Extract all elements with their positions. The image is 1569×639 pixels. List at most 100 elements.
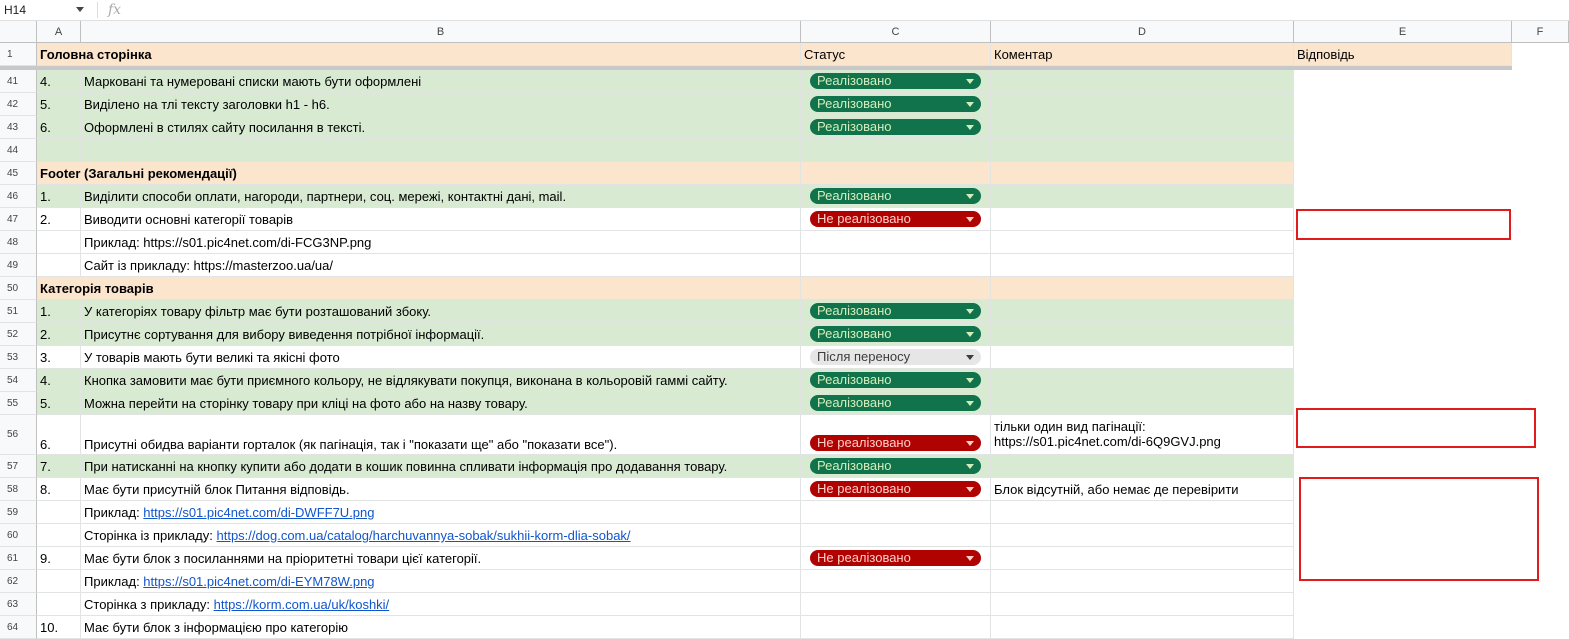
item-number[interactable]: 3. (37, 346, 81, 369)
comment-cell[interactable] (991, 300, 1294, 323)
comment-header[interactable]: Коментар (991, 43, 1294, 66)
status-cell[interactable]: Після переносу (801, 346, 991, 369)
item-number[interactable]: 8. (37, 478, 81, 501)
dropdown-arrow-icon[interactable] (966, 378, 974, 383)
status-cell[interactable] (801, 231, 991, 254)
section-title[interactable]: Footer (Загальні рекомендації) (37, 162, 801, 185)
description-cell[interactable]: При натисканні на кнопку купити або дода… (81, 455, 801, 478)
item-number[interactable]: 5. (37, 93, 81, 116)
column-header-c[interactable]: C (801, 21, 991, 43)
status-cell[interactable] (801, 501, 991, 524)
description-cell[interactable]: Приклад: https://s01.pic4net.com/di-EYM7… (81, 570, 801, 593)
comment-cell[interactable] (991, 570, 1294, 593)
example-link[interactable]: https://dog.com.ua/catalog/harchuvannya-… (217, 528, 631, 543)
item-number[interactable]: 2. (37, 323, 81, 346)
status-dropdown[interactable]: Реалізовано (810, 303, 981, 319)
dropdown-arrow-icon[interactable] (966, 355, 974, 360)
row-number[interactable]: 60 (0, 524, 37, 547)
comment-cell[interactable] (991, 369, 1294, 392)
item-number[interactable]: 2. (37, 208, 81, 231)
row-number[interactable]: 64 (0, 616, 37, 639)
status-cell[interactable]: Реалізовано (801, 185, 991, 208)
row-number[interactable]: 62 (0, 570, 37, 593)
row-number[interactable]: 41 (0, 70, 37, 93)
item-number[interactable]: 1. (37, 300, 81, 323)
status-cell[interactable]: Реалізовано (801, 93, 991, 116)
dropdown-arrow-icon[interactable] (966, 309, 974, 314)
comment-cell[interactable]: Блок відсутній, або немає де перевірити (991, 478, 1294, 501)
item-number[interactable] (37, 231, 81, 254)
description-cell[interactable]: У товарів мають бути великі та якісні фо… (81, 346, 801, 369)
description-cell[interactable]: Сайт із прикладу: https://masterzoo.ua/u… (81, 254, 801, 277)
description-cell[interactable]: Приклад: https://s01.pic4net.com/di-FCG3… (81, 231, 801, 254)
row-number[interactable]: 47 (0, 208, 37, 231)
description-cell[interactable]: Кнопка замовити має бути приємного кольо… (81, 369, 801, 392)
description-cell[interactable]: Має бути блок з посиланнями на пріоритет… (81, 547, 801, 570)
status-cell[interactable]: Реалізовано (801, 323, 991, 346)
row-number[interactable]: 50 (0, 277, 37, 300)
status-cell[interactable]: Не реалізовано (801, 478, 991, 501)
dropdown-arrow-icon[interactable] (966, 332, 974, 337)
status-dropdown[interactable]: Реалізовано (810, 326, 981, 342)
status-cell[interactable] (801, 524, 991, 547)
row-number[interactable]: 1 (0, 43, 37, 66)
row-number[interactable]: 48 (0, 231, 37, 254)
status-cell[interactable]: Не реалізовано (801, 415, 991, 455)
status-dropdown[interactable]: Після переносу (810, 349, 981, 365)
description-cell[interactable]: Присутні обидва варіанти горталок (як па… (81, 415, 801, 455)
comment-cell[interactable] (991, 323, 1294, 346)
comment-cell[interactable] (991, 208, 1294, 231)
chevron-down-icon[interactable] (76, 7, 84, 12)
row-number[interactable]: 46 (0, 185, 37, 208)
column-header-a[interactable]: A (37, 21, 81, 43)
status-cell[interactable] (801, 277, 991, 300)
dropdown-arrow-icon[interactable] (966, 487, 974, 492)
status-cell[interactable] (801, 593, 991, 616)
description-cell[interactable] (81, 139, 801, 162)
dropdown-arrow-icon[interactable] (966, 217, 974, 222)
status-cell[interactable]: Реалізовано (801, 392, 991, 415)
status-dropdown[interactable]: Реалізовано (810, 372, 981, 388)
name-box[interactable]: H14 (4, 2, 84, 18)
status-cell[interactable]: Не реалізовано (801, 547, 991, 570)
dropdown-arrow-icon[interactable] (966, 464, 974, 469)
dropdown-arrow-icon[interactable] (966, 556, 974, 561)
comment-cell[interactable] (991, 346, 1294, 369)
comment-cell[interactable] (991, 616, 1294, 639)
description-cell[interactable]: Можна перейти на сторінку товару при клі… (81, 392, 801, 415)
row-number[interactable]: 57 (0, 455, 37, 478)
dropdown-arrow-icon[interactable] (966, 401, 974, 406)
status-cell[interactable]: Реалізовано (801, 369, 991, 392)
description-cell[interactable]: Оформлені в стилях сайту посилання в тек… (81, 116, 801, 139)
description-cell[interactable]: У категоріях товару фільтр має бути розт… (81, 300, 801, 323)
column-header-b[interactable]: B (81, 21, 801, 43)
status-dropdown[interactable]: Реалізовано (810, 458, 981, 474)
item-number[interactable] (37, 254, 81, 277)
row-number[interactable]: 63 (0, 593, 37, 616)
comment-cell[interactable] (991, 392, 1294, 415)
comment-cell[interactable] (991, 93, 1294, 116)
status-dropdown[interactable]: Реалізовано (810, 188, 981, 204)
comment-cell[interactable] (991, 593, 1294, 616)
status-cell[interactable]: Реалізовано (801, 116, 991, 139)
item-number[interactable] (37, 501, 81, 524)
comment-cell[interactable] (991, 70, 1294, 93)
dropdown-arrow-icon[interactable] (966, 441, 974, 446)
status-dropdown[interactable]: Реалізовано (810, 96, 981, 112)
item-number[interactable]: 4. (37, 70, 81, 93)
description-cell[interactable]: Виділено на тлі тексту заголовки h1 - h6… (81, 93, 801, 116)
description-cell[interactable]: Присутнє сортування для вибору виведення… (81, 323, 801, 346)
item-number[interactable]: 7. (37, 455, 81, 478)
row-number[interactable]: 52 (0, 323, 37, 346)
status-header[interactable]: Статус (801, 43, 991, 66)
item-number[interactable] (37, 570, 81, 593)
comment-cell[interactable] (991, 277, 1294, 300)
status-cell[interactable]: Реалізовано (801, 300, 991, 323)
status-cell[interactable] (801, 254, 991, 277)
column-header-f[interactable]: F (1512, 21, 1569, 43)
item-number[interactable]: 9. (37, 547, 81, 570)
dropdown-arrow-icon[interactable] (966, 102, 974, 107)
row-number[interactable]: 56 (0, 415, 37, 455)
status-cell[interactable]: Реалізовано (801, 455, 991, 478)
item-number[interactable] (37, 139, 81, 162)
